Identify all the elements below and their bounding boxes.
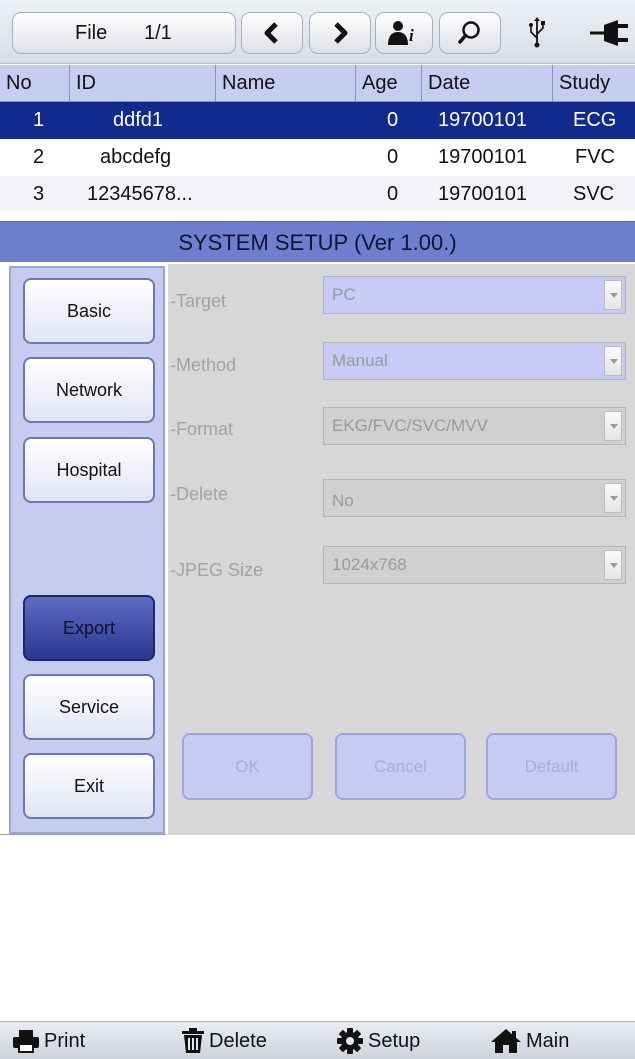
format-value: EKG/FVC/SVC/MVV xyxy=(332,416,488,435)
table-row[interactable]: 2 abcdefg 0 19700101 FVC xyxy=(0,139,635,176)
basic-button[interactable]: Basic xyxy=(23,278,155,344)
column-header-study[interactable]: Study xyxy=(553,65,635,101)
row-no: 2 xyxy=(33,146,45,168)
row-study: ECG xyxy=(573,109,617,131)
cancel-button[interactable]: Cancel xyxy=(335,733,466,800)
print-button[interactable]: Print xyxy=(12,1022,85,1059)
patient-table: No ID Name Age Date Study 1 ddfd1 0 1970… xyxy=(0,65,635,211)
row-id: ddfd1 xyxy=(113,109,164,131)
printer-icon xyxy=(13,1030,39,1053)
column-header-no[interactable]: No xyxy=(0,65,70,101)
format-select[interactable]: EKG/FVC/SVC/MVV xyxy=(323,407,626,445)
row-no: 3 xyxy=(33,183,45,205)
gear-icon xyxy=(337,1028,363,1054)
format-label: -Format xyxy=(170,419,233,439)
jpeg-size-value: 1024x768 xyxy=(332,555,407,574)
setup-sidebar: Basic Network Hospital Export Service Ex… xyxy=(9,266,165,834)
top-toolbar: File 1/1 i xyxy=(0,0,635,64)
default-button[interactable]: Default xyxy=(486,733,617,800)
chevron-down-icon xyxy=(604,483,622,513)
method-select[interactable]: Manual xyxy=(323,342,626,380)
row-age: 0 xyxy=(387,109,399,131)
file-button[interactable]: File 1/1 xyxy=(12,12,236,54)
delete-button[interactable]: Delete xyxy=(181,1022,267,1059)
row-study: FVC xyxy=(575,146,615,168)
chevron-down-icon xyxy=(604,346,622,376)
chevron-down-icon xyxy=(604,411,622,441)
target-label: -Target xyxy=(170,291,227,311)
table-row[interactable]: 1 ddfd1 0 19700101 ECG xyxy=(0,102,635,139)
row-date: 19700101 xyxy=(438,183,527,205)
hospital-button[interactable]: Hospital xyxy=(23,437,155,503)
column-header-date[interactable]: Date xyxy=(422,65,553,101)
file-label: File xyxy=(75,22,108,44)
page-indicator: 1/1 xyxy=(144,22,172,44)
jpeg-size-label: -JPEG Size xyxy=(170,560,264,580)
setup-label: Setup xyxy=(368,1029,421,1052)
setup-button[interactable]: Setup xyxy=(336,1022,420,1059)
target-select[interactable]: PC xyxy=(323,276,626,314)
row-study: SVC xyxy=(573,183,615,205)
main-button[interactable]: Main xyxy=(490,1022,569,1059)
row-age: 0 xyxy=(387,183,399,205)
jpeg-size-select[interactable]: 1024x768 xyxy=(323,546,626,584)
method-value: Manual xyxy=(332,351,388,370)
export-settings-content: -Target PC -Method Manual -Format EKG/FV… xyxy=(166,264,635,835)
row-id: 12345678... xyxy=(87,183,193,205)
power-plug-icon xyxy=(588,16,635,50)
column-header-age[interactable]: Age xyxy=(356,65,422,101)
chevron-down-icon xyxy=(604,550,622,580)
chevron-right-icon xyxy=(334,22,348,44)
chevron-left-icon xyxy=(264,22,278,44)
setup-title: SYSTEM SETUP (Ver 1.00.) xyxy=(0,221,635,262)
delete-value: No xyxy=(332,491,354,510)
print-label: Print xyxy=(44,1029,86,1052)
trash-icon xyxy=(182,1028,204,1053)
usb-icon xyxy=(522,12,552,52)
column-header-id[interactable]: ID xyxy=(70,65,216,101)
row-id: abcdefg xyxy=(100,146,172,168)
patient-info-icon: i xyxy=(388,21,414,45)
svg-text:i: i xyxy=(409,26,414,45)
setup-panel: Basic Network Hospital Export Service Ex… xyxy=(0,262,635,835)
delete-label: Delete xyxy=(209,1029,267,1052)
service-button[interactable]: Service xyxy=(23,674,155,740)
chevron-down-icon xyxy=(604,280,622,310)
export-button[interactable]: Export xyxy=(23,595,155,661)
exit-button[interactable]: Exit xyxy=(23,753,155,819)
row-age: 0 xyxy=(387,146,399,168)
next-button[interactable] xyxy=(309,12,371,54)
table-header-row: No ID Name Age Date Study xyxy=(0,65,635,102)
table-row[interactable]: 3 12345678... 0 19700101 SVC xyxy=(0,176,635,211)
target-value: PC xyxy=(332,285,356,304)
patient-info-button[interactable]: i xyxy=(375,12,433,54)
search-icon xyxy=(458,21,480,44)
method-label: -Method xyxy=(170,355,237,375)
row-date: 19700101 xyxy=(438,109,527,131)
main-label: Main xyxy=(526,1029,570,1052)
column-header-name[interactable]: Name xyxy=(216,65,356,101)
ok-button[interactable]: OK xyxy=(182,733,313,800)
row-no: 1 xyxy=(33,109,45,131)
network-button[interactable]: Network xyxy=(23,357,155,423)
delete-label: -Delete xyxy=(170,484,229,504)
row-date: 19700101 xyxy=(438,146,527,168)
bottom-toolbar: Print Delete Setup Main xyxy=(0,1021,635,1059)
previous-button[interactable] xyxy=(241,12,303,54)
delete-select[interactable]: No xyxy=(323,479,626,517)
search-button[interactable] xyxy=(439,12,501,54)
home-icon xyxy=(491,1029,521,1053)
